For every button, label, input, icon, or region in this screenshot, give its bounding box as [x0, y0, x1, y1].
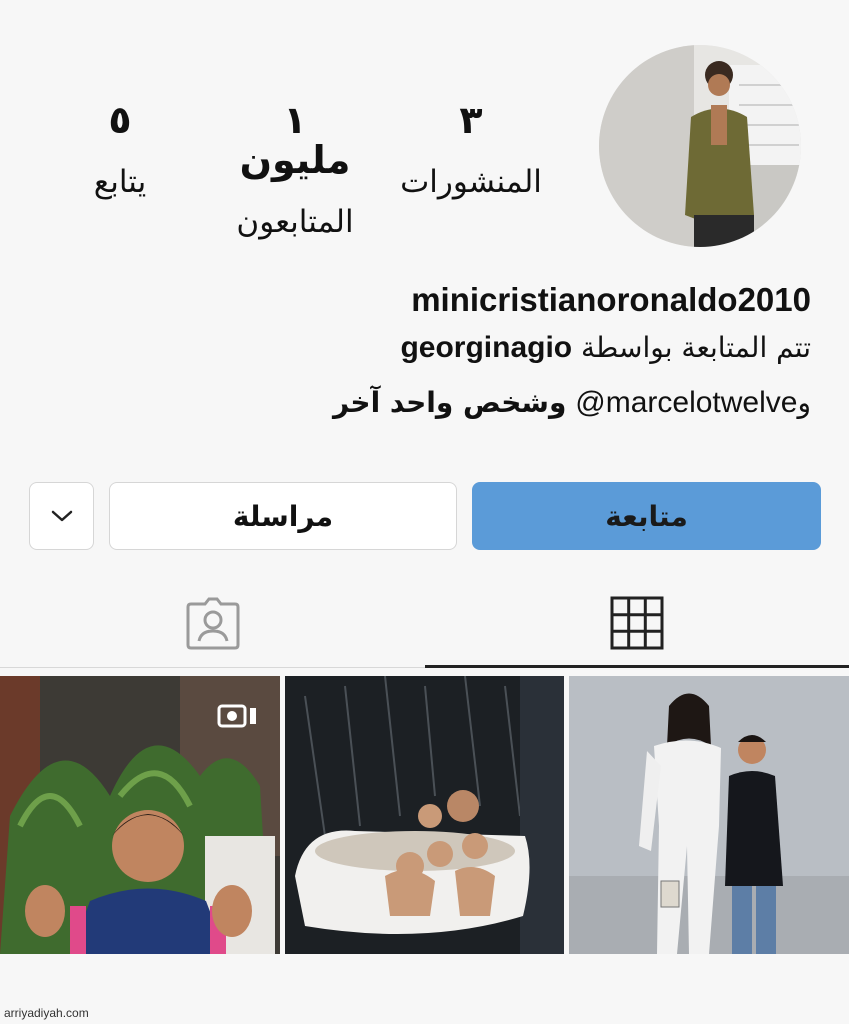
suggested-accounts-button[interactable] — [29, 482, 94, 550]
post-image-boy-thumbs-up — [0, 676, 280, 954]
following-label: يتابع — [93, 164, 147, 200]
grid-icon — [610, 596, 664, 650]
followers-label: المتابعون — [236, 204, 354, 240]
followed-by-and: و — [797, 386, 811, 419]
tagged-person-icon — [186, 597, 239, 650]
follow-button[interactable]: متابعة — [472, 482, 821, 550]
avatar-photo — [599, 45, 801, 247]
posts-stat[interactable]: ٣ المنشورات — [400, 100, 542, 202]
tab-posts-grid[interactable] — [425, 578, 849, 668]
post-tile-3[interactable] — [569, 676, 849, 954]
message-button[interactable]: مراسلة — [109, 482, 457, 550]
followers-stat[interactable]: ١ مليون المتابعون — [228, 100, 362, 242]
following-count: ٥ — [108, 98, 132, 142]
profile-page: ٣ المنشورات ١ مليون المتابعون ٥ يتابع mi… — [0, 0, 849, 1024]
post-image-woman-and-boy — [569, 676, 849, 954]
post-tile-1[interactable] — [0, 676, 280, 954]
tab-tagged[interactable] — [0, 578, 425, 668]
chevron-down-icon — [51, 510, 72, 522]
followers-count: ١ مليون — [239, 98, 351, 182]
posts-label: المنشورات — [400, 164, 542, 200]
followed-by-line-2: وmarcelotwelve@ وشخص واحد آخر — [333, 383, 811, 423]
followed-by-user1[interactable]: georginagio — [400, 331, 572, 364]
following-stat[interactable]: ٥ يتابع — [80, 100, 160, 202]
followed-by-others[interactable]: وشخص واحد آخر — [333, 386, 566, 419]
active-tab-indicator — [425, 665, 849, 668]
source-watermark: arriyadiyah.com — [4, 1006, 89, 1020]
post-image-family-bath — [285, 676, 564, 954]
profile-username: minicristianoronaldo2010 — [411, 281, 811, 318]
followed-by-user2[interactable]: marcelotwelve@ — [575, 386, 797, 419]
post-tile-2[interactable] — [285, 676, 564, 954]
followed-by-prefix: تتم المتابعة بواسطة — [581, 331, 811, 364]
followed-by-line: تتم المتابعة بواسطة georginagio — [400, 328, 811, 368]
posts-count: ٣ — [459, 98, 483, 142]
profile-avatar[interactable] — [599, 45, 801, 247]
